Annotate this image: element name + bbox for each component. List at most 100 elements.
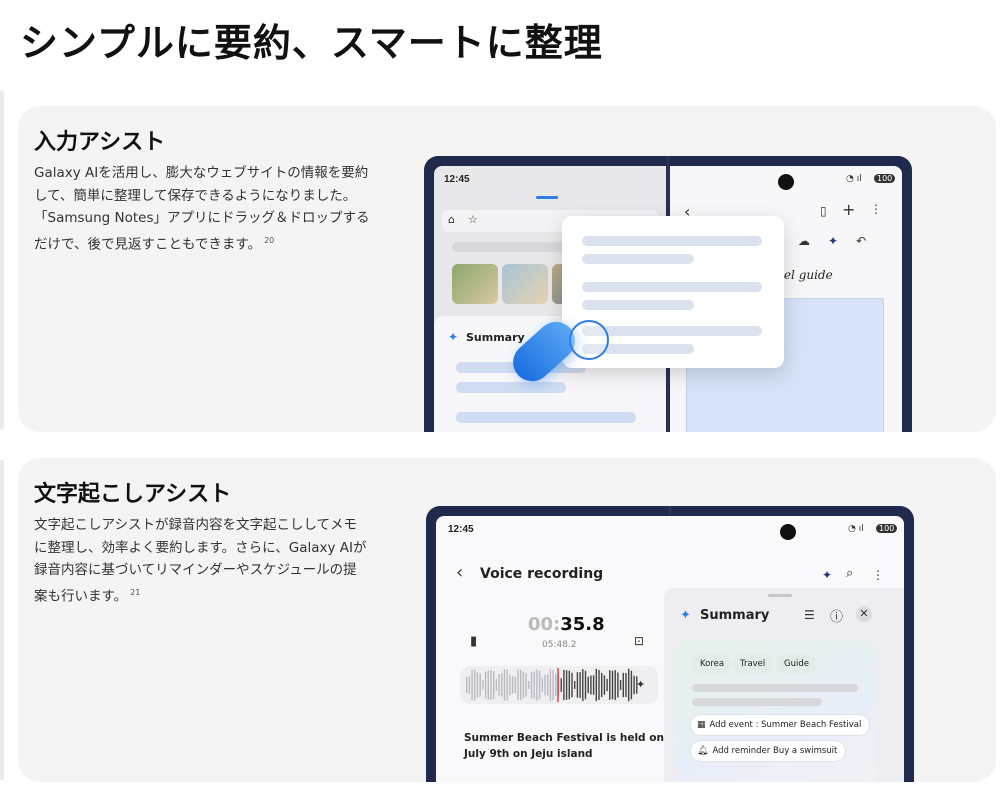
bell-icon: 🔔︎ bbox=[697, 746, 709, 756]
front-camera bbox=[780, 524, 796, 540]
star-icon[interactable]: ☆ bbox=[468, 213, 478, 226]
popup-line bbox=[582, 326, 762, 336]
tag-chip[interactable]: Travel bbox=[732, 654, 774, 674]
more-icon[interactable]: ⋮ bbox=[872, 568, 884, 582]
summary-title: Summary bbox=[700, 608, 770, 623]
popup-line bbox=[582, 236, 762, 246]
page-title: シンプルに要約、スマートに整理 bbox=[20, 21, 603, 65]
back-icon[interactable]: ‹ bbox=[456, 562, 463, 583]
waveform-bar bbox=[574, 681, 576, 689]
panel-drag-handle[interactable] bbox=[768, 594, 792, 597]
card-title: 入力アシスト bbox=[34, 130, 166, 155]
transcript-caption: Summer Beach Festival is held on July 9t… bbox=[464, 732, 664, 760]
more-icon[interactable]: ⋮ bbox=[870, 202, 882, 216]
waveform-graphic bbox=[466, 668, 638, 702]
ai-assist-icon[interactable]: ✦ bbox=[828, 234, 838, 248]
wifi-signal-icon: ◔ ıl bbox=[848, 524, 864, 534]
waveform-scrubber[interactable]: ✦ bbox=[460, 666, 658, 704]
summary-line bbox=[456, 412, 636, 423]
waveform-bar bbox=[587, 676, 589, 694]
waveform-bar bbox=[598, 670, 600, 700]
waveform-bar bbox=[590, 675, 592, 695]
waveform-bar bbox=[552, 669, 554, 701]
touch-point-indicator bbox=[569, 320, 609, 360]
waveform-bar bbox=[533, 671, 535, 699]
action-label: Add reminder Buy a swimsuit bbox=[712, 746, 838, 756]
waveform-bar bbox=[511, 676, 514, 694]
summary-content: Korea Travel Guide ▦ Add event : Summer B… bbox=[676, 640, 876, 782]
waveform-bar bbox=[468, 675, 471, 695]
waveform-bar bbox=[614, 670, 616, 700]
screen-title: Voice recording bbox=[480, 566, 604, 582]
card-title: 文字起こしアシスト bbox=[34, 482, 232, 507]
elapsed-timer: 00:35.8 bbox=[528, 614, 605, 635]
battery-icon: 100 bbox=[874, 174, 896, 183]
undo-icon[interactable]: ↶ bbox=[856, 234, 866, 248]
waveform-bar bbox=[617, 672, 619, 698]
waveform-bar bbox=[609, 670, 611, 700]
add-icon[interactable]: + bbox=[842, 200, 855, 219]
waveform-bar bbox=[506, 669, 508, 701]
home-icon[interactable]: ⌂ bbox=[448, 213, 455, 226]
info-icon[interactable]: ⓘ bbox=[830, 606, 843, 625]
waveform-bar bbox=[498, 674, 500, 696]
waveform-bar bbox=[530, 671, 533, 699]
edge-strip bbox=[0, 90, 4, 430]
waveform-bar bbox=[555, 673, 557, 697]
wifi-signal-icon: ◔ ıl bbox=[846, 174, 862, 184]
summary-line bbox=[692, 684, 858, 692]
waveform-tool-icon[interactable]: ✦ bbox=[636, 678, 645, 691]
ai-assist-icon[interactable]: ✦ bbox=[822, 568, 832, 582]
waveform-bar bbox=[568, 670, 570, 700]
action-label: Add event : Summer Beach Festival bbox=[709, 720, 862, 730]
waveform-bar bbox=[628, 668, 630, 702]
summary-label: Summary bbox=[466, 331, 525, 344]
waveform-bar bbox=[544, 674, 546, 696]
popup-line bbox=[582, 282, 762, 292]
waveform-bar bbox=[619, 680, 622, 690]
waveform-bar bbox=[622, 672, 624, 698]
waveform-bar bbox=[541, 677, 543, 693]
waveform-bar bbox=[482, 680, 484, 690]
footnote-link[interactable]: 21 bbox=[130, 588, 140, 597]
book-icon[interactable]: ▯ bbox=[820, 204, 827, 218]
total-duration: 05:48.2 bbox=[542, 640, 577, 650]
waveform-bar bbox=[565, 670, 568, 700]
edit-bookmark-icon[interactable]: ⊡ bbox=[634, 634, 644, 648]
footnote-link[interactable]: 20 bbox=[264, 236, 274, 245]
waveform-bar bbox=[601, 672, 603, 698]
lasso-icon[interactable]: ☁ bbox=[798, 234, 810, 248]
waveform-bar bbox=[487, 670, 489, 700]
beach-image bbox=[502, 264, 548, 304]
bookmark-icon[interactable]: ▮ bbox=[470, 634, 477, 649]
waveform-bar bbox=[538, 670, 541, 700]
popup-line bbox=[582, 300, 694, 310]
waveform-bar bbox=[571, 672, 573, 698]
waveform-bar bbox=[595, 668, 597, 702]
waveform-bar bbox=[560, 678, 562, 692]
waveform-bar bbox=[603, 675, 606, 695]
drag-handle[interactable] bbox=[536, 196, 558, 199]
tag-chip[interactable]: Korea bbox=[692, 654, 733, 674]
close-icon[interactable]: ✕ bbox=[856, 606, 872, 622]
tag-chip[interactable]: Guide bbox=[776, 654, 817, 674]
waveform-bar bbox=[549, 668, 552, 702]
waveform-bar bbox=[503, 669, 506, 701]
add-reminder-button[interactable]: 🔔︎ Add reminder Buy a swimsuit bbox=[690, 740, 847, 762]
waveform-bar bbox=[509, 674, 511, 696]
waveform-bar bbox=[547, 674, 549, 696]
add-event-button[interactable]: ▦ Add event : Summer Beach Festival bbox=[690, 714, 871, 736]
waveform-bar bbox=[490, 670, 492, 700]
waveform-bar bbox=[576, 672, 579, 698]
waveform-bar bbox=[611, 670, 614, 700]
summary-line bbox=[692, 698, 822, 706]
waveform-bar bbox=[630, 670, 633, 700]
list-format-icon[interactable]: ☰ bbox=[804, 608, 815, 622]
waveform-bar bbox=[484, 671, 487, 699]
ai-sparkle-icon: ✦ bbox=[448, 330, 459, 344]
waveform-bar bbox=[466, 677, 468, 693]
search-icon[interactable]: ⌕ bbox=[846, 566, 853, 581]
waveform-bar bbox=[606, 678, 608, 692]
waveform-bar bbox=[536, 669, 538, 701]
edge-strip bbox=[0, 460, 4, 780]
